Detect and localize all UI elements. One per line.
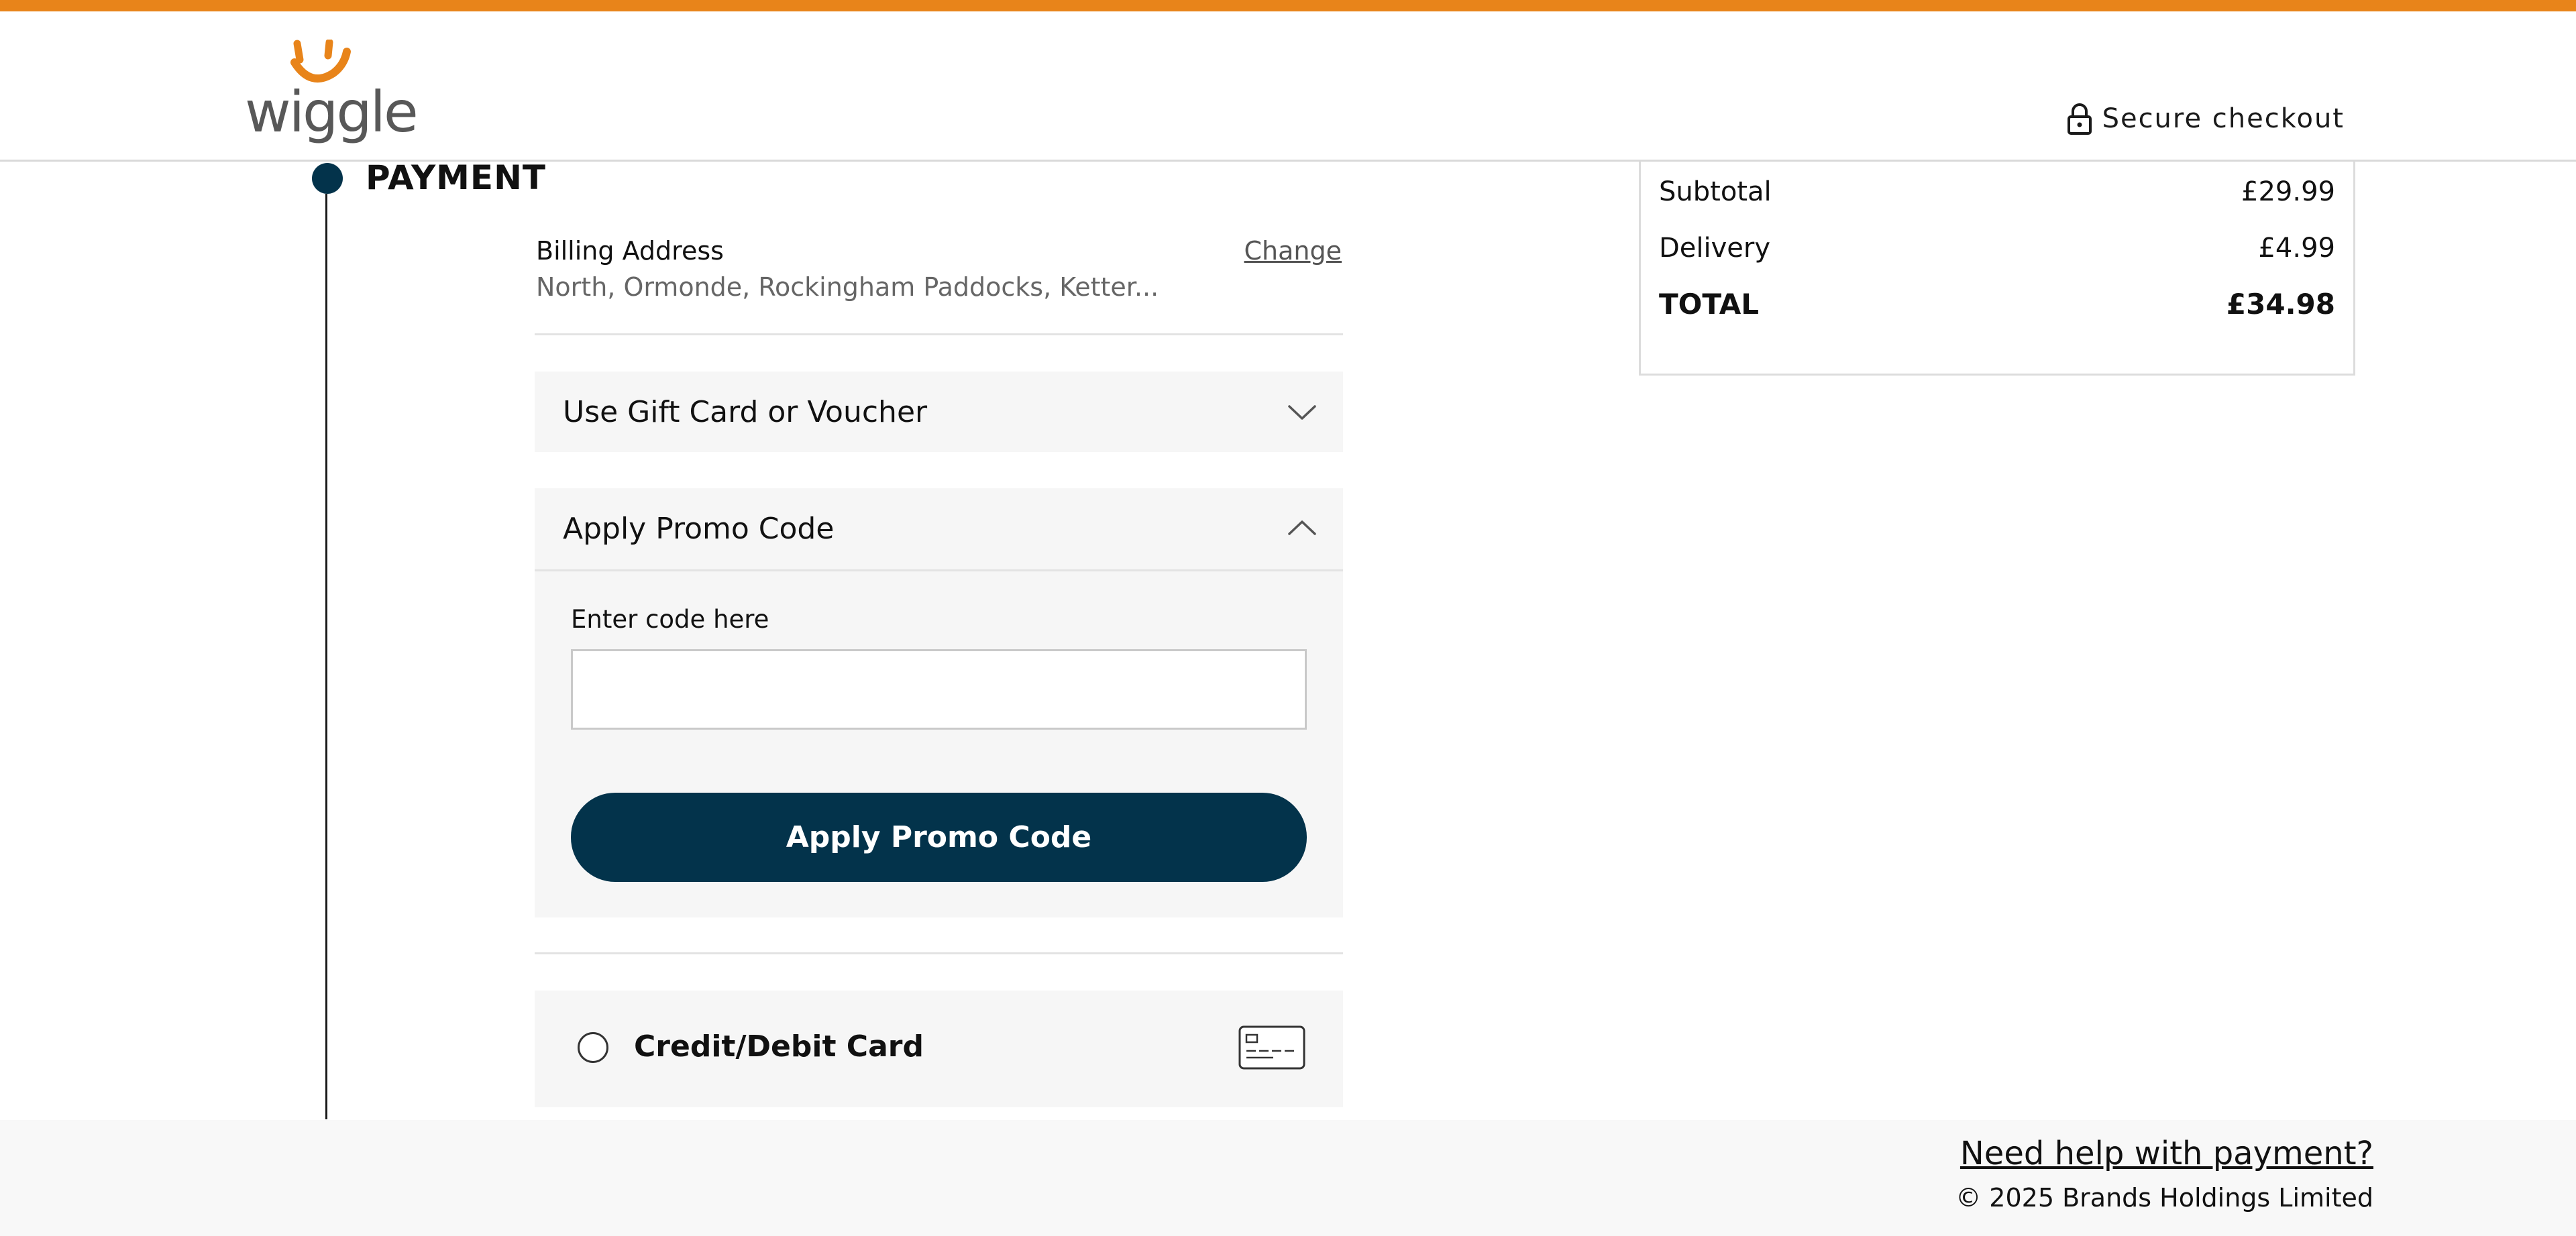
payment-help-link[interactable]: Need help with payment? [1960, 1135, 2373, 1172]
total-row: TOTAL £34.98 [1659, 288, 2335, 321]
subtotal-label: Subtotal [1659, 176, 1772, 207]
billing-address-label: Billing Address [536, 236, 724, 266]
subtotal-row: Subtotal £29.99 [1659, 176, 2335, 207]
chevron-down-icon [1288, 405, 1316, 420]
payment-method-radio[interactable] [578, 1032, 608, 1063]
payment-methods-divider [535, 952, 1343, 954]
billing-address-value: North, Ormonde, Rockingham Paddocks, Ket… [536, 272, 1159, 302]
total-value: £34.98 [2226, 288, 2335, 321]
wiggle-logo[interactable]: wiggle [245, 40, 419, 147]
site-header: wiggle Secure checkout [0, 11, 2576, 162]
gift-card-title: Use Gift Card or Voucher [563, 394, 928, 429]
copyright-text: © 2025 Brands Holdings Limited [1955, 1183, 2373, 1213]
site-footer: Need help with payment? © 2025 Brands Ho… [0, 1120, 2576, 1236]
secure-checkout-indicator: Secure checkout [2066, 99, 2345, 139]
secure-checkout-label: Secure checkout [2102, 103, 2345, 134]
promo-code-input[interactable] [571, 649, 1307, 730]
logo-wordmark: wiggle [245, 79, 419, 145]
delivery-row: Delivery £4.99 [1659, 233, 2335, 264]
order-summary: Subtotal £29.99 Delivery £4.99 TOTAL £34… [1639, 162, 2355, 376]
promo-code-accordion: Apply Promo Code Enter code here Apply P… [535, 488, 1343, 917]
gift-card-accordion: Use Gift Card or Voucher [535, 372, 1343, 452]
promo-code-field-label: Enter code here [571, 605, 769, 634]
credit-card-icon [1238, 1025, 1305, 1070]
checkout-page: wiggle Secure checkout PAYMENT Billing A… [0, 0, 2576, 1236]
chevron-up-icon [1288, 520, 1316, 535]
promo-code-accordion-header[interactable]: Apply Promo Code [535, 488, 1343, 569]
promo-header-divider [535, 569, 1343, 571]
billing-divider [535, 333, 1343, 335]
step-timeline-line [325, 194, 327, 1119]
step-indicator-dot [312, 163, 343, 194]
delivery-value: £4.99 [2258, 233, 2335, 264]
payment-method-card[interactable]: Credit/Debit Card [535, 991, 1343, 1107]
apply-promo-code-button[interactable]: Apply Promo Code [571, 793, 1307, 882]
step-title: PAYMENT [366, 158, 547, 197]
promo-code-title: Apply Promo Code [563, 511, 835, 546]
delivery-label: Delivery [1659, 233, 1771, 264]
total-label: TOTAL [1659, 288, 1760, 321]
lock-icon [2067, 103, 2092, 135]
brand-accent-bar [0, 0, 2576, 11]
change-billing-link[interactable]: Change [1244, 236, 1342, 266]
payment-method-label: Credit/Debit Card [634, 1029, 924, 1064]
gift-card-accordion-header[interactable]: Use Gift Card or Voucher [535, 372, 1343, 452]
subtotal-value: £29.99 [2241, 176, 2335, 207]
